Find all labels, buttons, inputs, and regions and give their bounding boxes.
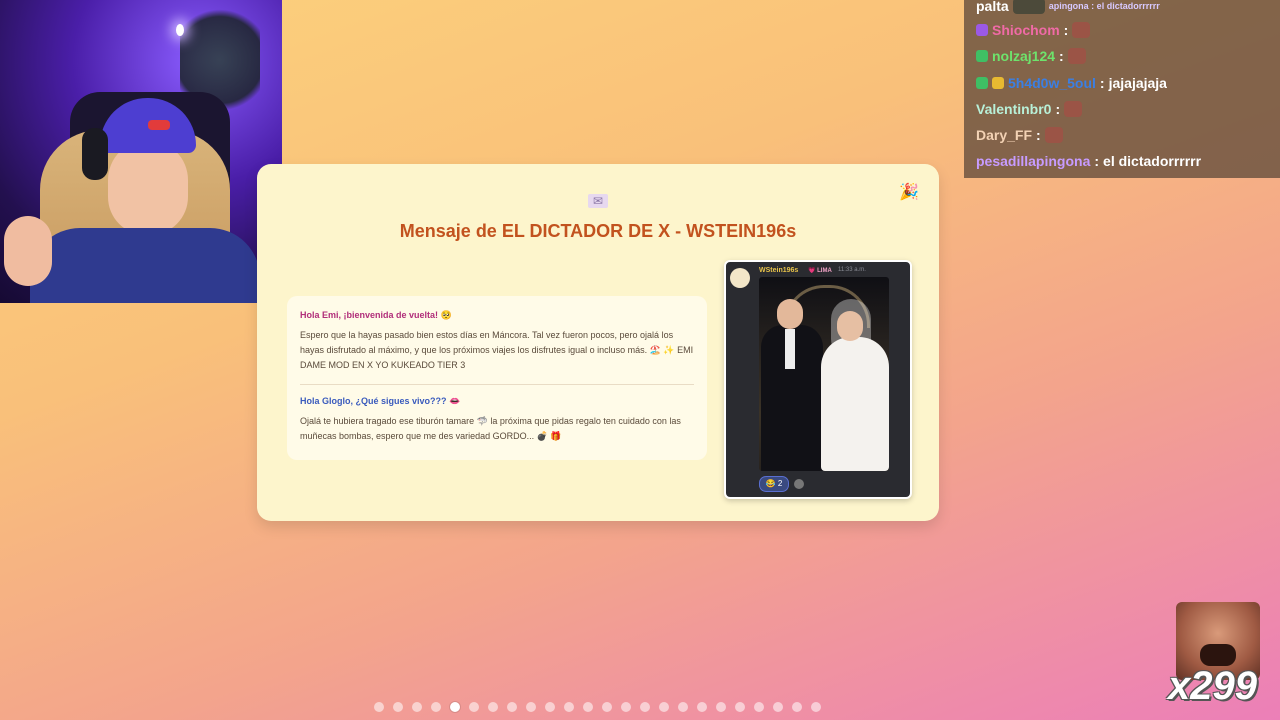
title-prefix: Mensaje de EL DICTADOR DE X -: [399, 221, 687, 241]
message-block: Hola Gloglo, ¿Qué sigues vivo??? 👄 Ojalá…: [300, 394, 695, 444]
pagination-dot[interactable]: [450, 702, 460, 712]
pagination-dot[interactable]: [773, 702, 783, 712]
headset: [82, 128, 108, 180]
pagination-dot[interactable]: [659, 702, 669, 712]
pagination-dot[interactable]: [811, 702, 821, 712]
emote-counter: x299: [1168, 664, 1257, 708]
messages-panel: Hola Emi, ¡bienvenida de vuelta! 🥺 Esper…: [287, 296, 707, 460]
pagination-dot[interactable]: [431, 702, 441, 712]
cap-logo: [148, 120, 170, 130]
chat-overlay: palta apingona : el dictadorrrrrr Shioch…: [964, 0, 1280, 178]
pagination-dot[interactable]: [526, 702, 536, 712]
pagination-dot[interactable]: [754, 702, 764, 712]
streamer-shirt: [30, 228, 260, 303]
photo-bride: [821, 337, 889, 471]
pagination-dot[interactable]: [602, 702, 612, 712]
card-title: Mensaje de EL DICTADOR DE X - WSTEIN196s: [257, 221, 939, 242]
crown-badge-icon: [992, 77, 1004, 89]
chat-message: jajajajaja: [1108, 75, 1167, 91]
sub-badge-icon: [976, 50, 988, 62]
envelope-icon: ✉: [588, 194, 608, 208]
pagination-dot[interactable]: [792, 702, 802, 712]
message-heading: Hola Emi, ¡bienvenida de vuelta! 🥺: [300, 310, 452, 320]
message-heading: Hola Gloglo, ¿Qué sigues vivo??? 👄: [300, 396, 461, 406]
wedding-photo: [759, 277, 889, 471]
message-block: Hola Emi, ¡bienvenida de vuelta! 🥺 Esper…: [300, 308, 695, 373]
chat-username: palta: [976, 0, 1009, 14]
message-card: ✉ 🎉 Mensaje de EL DICTADOR DE X - WSTEIN…: [257, 164, 939, 521]
pagination-dot[interactable]: [507, 702, 517, 712]
chat-line: palta apingona : el dictadorrrrrr: [976, 0, 1160, 16]
post-tag: 💗 LIMA: [808, 268, 832, 274]
chat-line: 5h4d0w_5oul : jajajajaja: [976, 73, 1167, 93]
chat-separator: :: [1036, 127, 1041, 143]
pagination-dot[interactable]: [393, 702, 403, 712]
pagination-dot[interactable]: [716, 702, 726, 712]
chat-line: Dary_FF :: [976, 125, 1063, 145]
chat-separator: :: [1099, 75, 1105, 91]
emote-mouth: [1200, 644, 1236, 666]
chat-username: Valentinbr0: [976, 101, 1052, 117]
chat-line: pesadillapingona : el dictadorrrrrr: [976, 151, 1201, 171]
emote-icon: [1044, 127, 1063, 143]
chat-username: nolzaj124: [992, 48, 1056, 64]
message-body: Espero que la hayas pasado bien estos dí…: [300, 330, 694, 370]
chat-username: Shiochom: [992, 22, 1060, 38]
lamp-light: [176, 24, 184, 36]
pagination-dot[interactable]: [640, 702, 650, 712]
photo-bride-head: [837, 311, 863, 341]
title-highlight[interactable]: WSTEIN196s: [686, 221, 796, 241]
pagination-dot[interactable]: [564, 702, 574, 712]
pagination-dot[interactable]: [545, 702, 555, 712]
webcam-feed: [0, 0, 282, 303]
chat-message: apingona : el dictadorrrrrr: [1048, 1, 1160, 11]
chat-separator: :: [1059, 48, 1064, 64]
reaction-count: 2: [777, 479, 783, 488]
emote-icon: [1072, 22, 1091, 38]
pagination-dot[interactable]: [488, 702, 498, 712]
streamer-face: [108, 140, 188, 235]
party-popper-icon: 🎉: [899, 184, 919, 201]
emote-icon: [1067, 48, 1086, 64]
chat-line: Valentinbr0 :: [976, 99, 1083, 119]
pagination-dot[interactable]: [412, 702, 422, 712]
message-body: Ojalá te hubiera tragado ese tiburón tam…: [300, 416, 681, 441]
chat-separator: :: [1055, 101, 1061, 117]
pagination-dot[interactable]: [678, 702, 688, 712]
photo-groom-head: [777, 299, 803, 329]
streamer-hand: [4, 216, 52, 286]
pagination-dot[interactable]: [469, 702, 479, 712]
pagination-dot[interactable]: [621, 702, 631, 712]
chat-separator: :: [1063, 22, 1069, 38]
sub-badge-icon: [976, 77, 988, 89]
divider: [300, 384, 694, 385]
chat-line: Shiochom :: [976, 20, 1091, 40]
add-reaction-icon[interactable]: [794, 479, 804, 489]
emote-icon: [1012, 0, 1045, 14]
post-timestamp: 11:33 a.m.: [838, 267, 866, 273]
pagination-dots: [374, 702, 821, 712]
photo-post: WStein196s 💗 LIMA 11:33 a.m. 😂 2: [724, 260, 912, 499]
chat-username: Dary_FF: [976, 127, 1033, 143]
pagination-dot[interactable]: [374, 702, 384, 712]
chat-separator: :: [1094, 153, 1100, 169]
avatar: [730, 268, 750, 288]
chat-username: 5h4d0w_5oul: [1008, 75, 1096, 91]
photo-shirt: [785, 329, 795, 369]
reaction-button[interactable]: 😂 2: [759, 476, 789, 492]
pagination-dot[interactable]: [583, 702, 593, 712]
pagination-dot[interactable]: [697, 702, 707, 712]
chat-message: el dictadorrrrrr: [1103, 153, 1202, 169]
chat-line: nolzaj124 :: [976, 46, 1086, 66]
post-author: WStein196s: [759, 267, 799, 274]
sub-badge-icon: [976, 24, 988, 36]
chat-username: pesadillapingona: [976, 153, 1091, 169]
emote-icon: [1064, 101, 1083, 117]
pagination-dot[interactable]: [735, 702, 745, 712]
